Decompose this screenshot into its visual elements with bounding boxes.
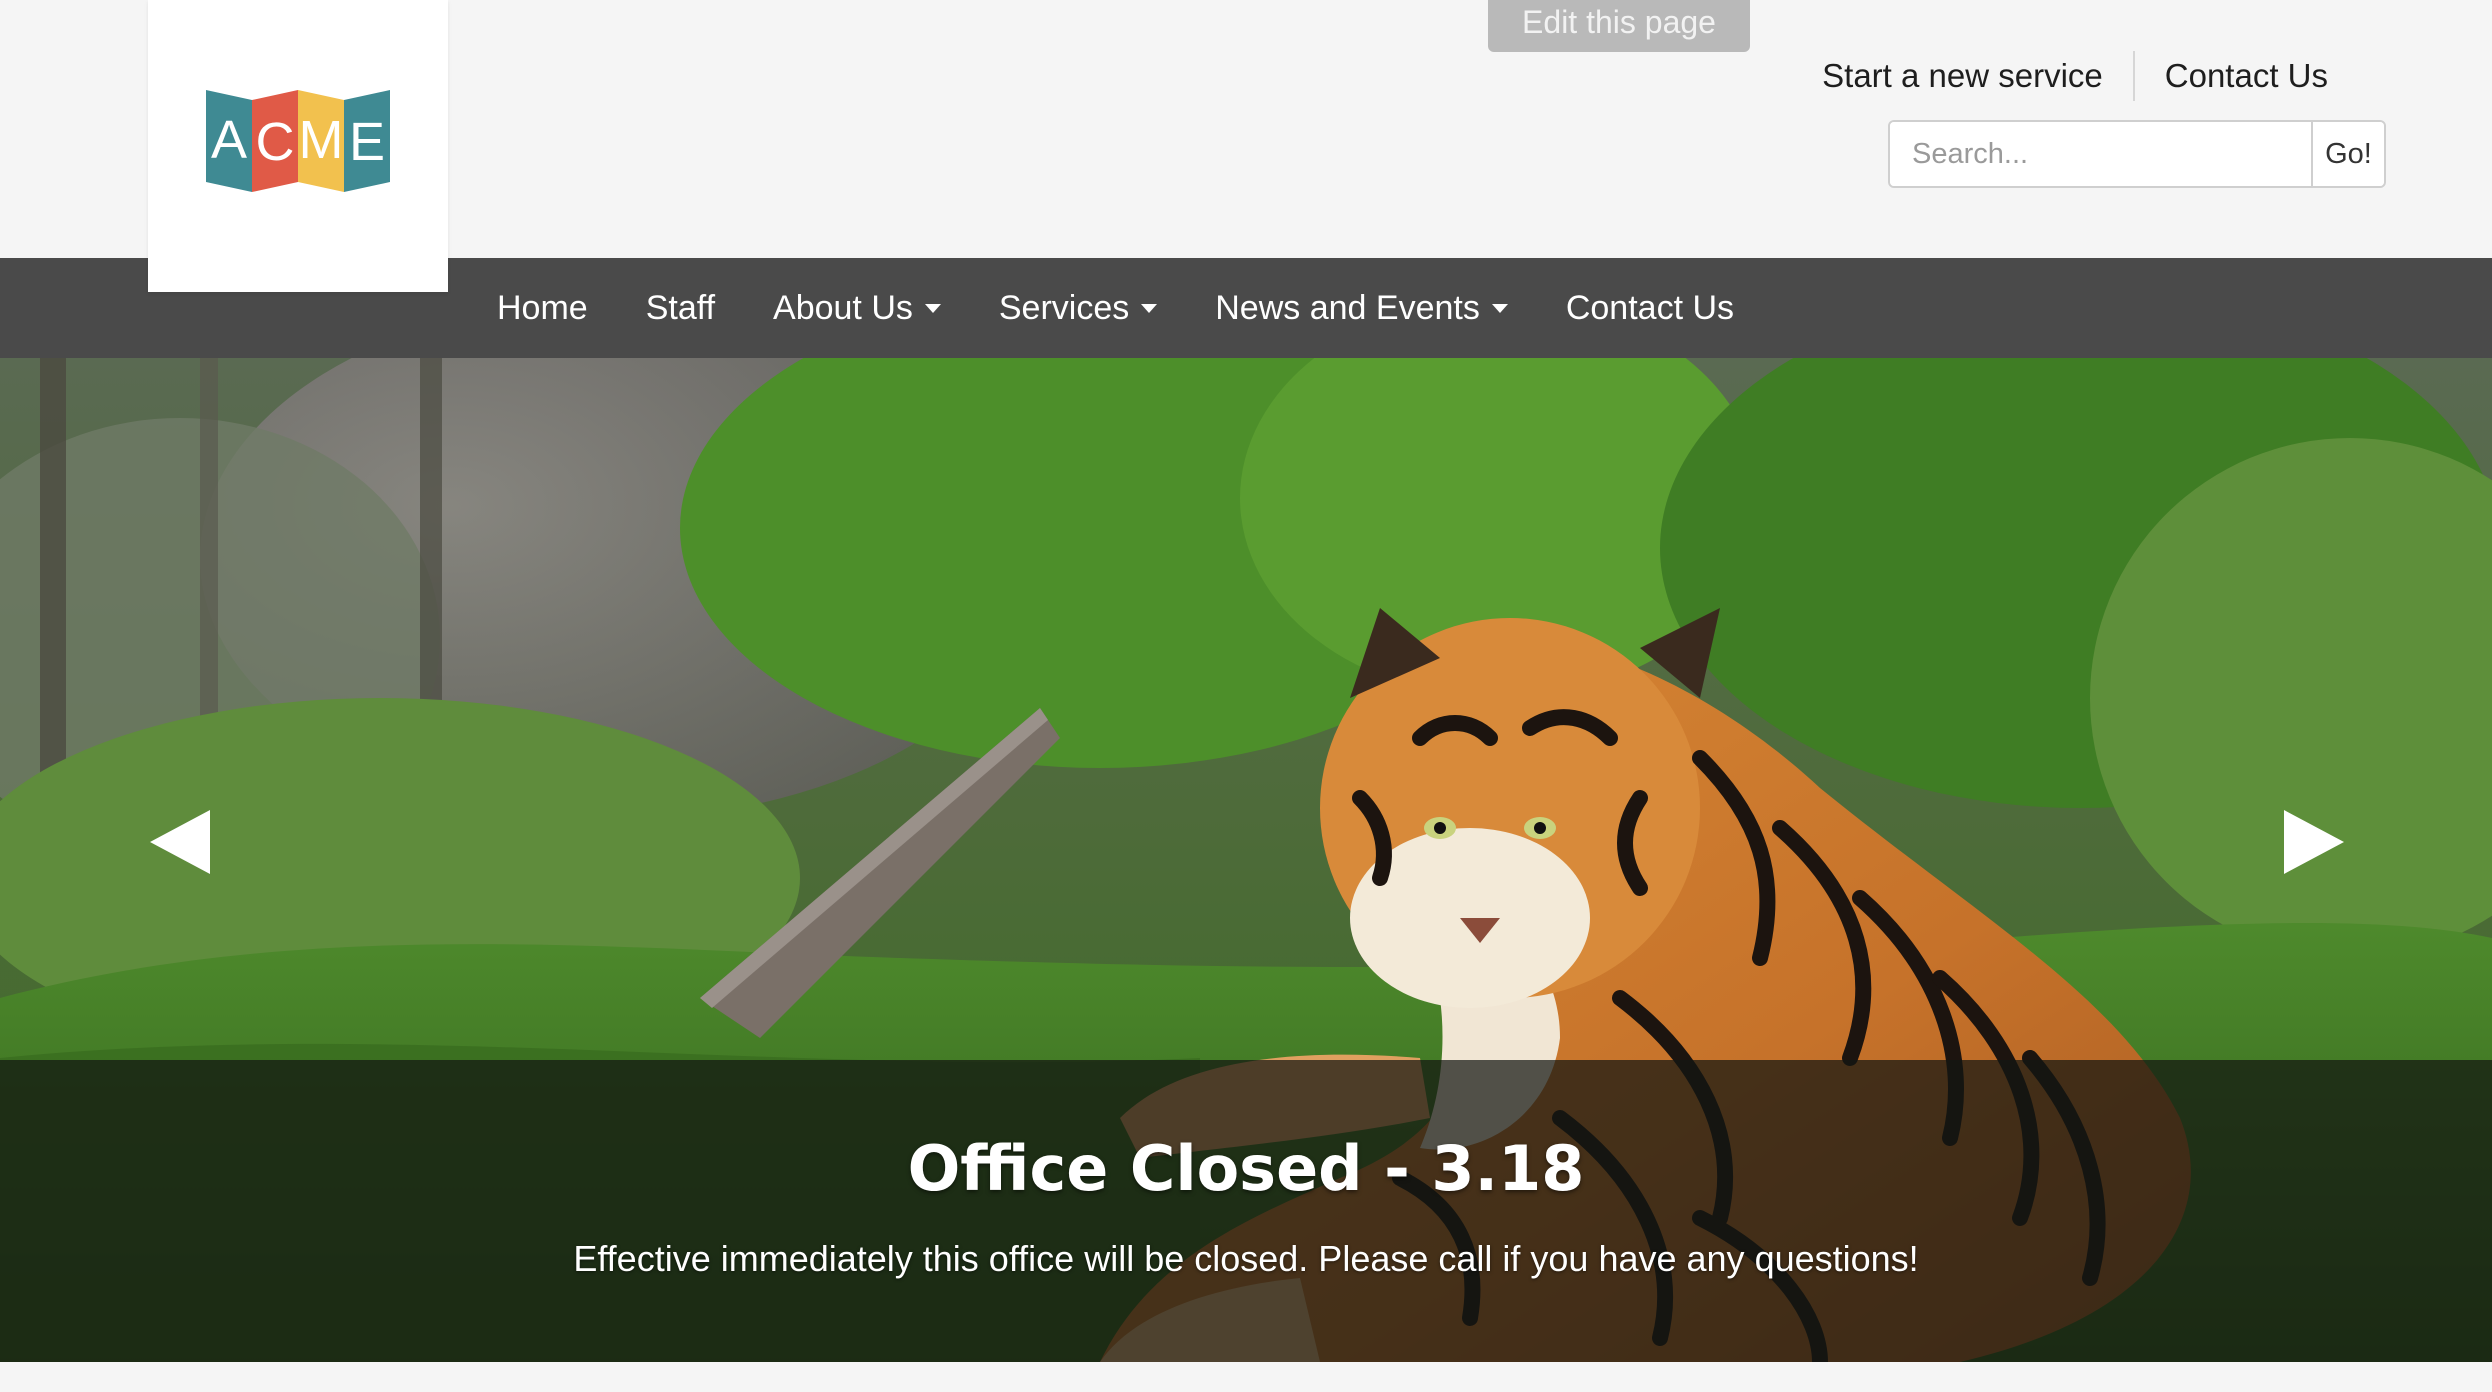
start-new-service-link[interactable]: Start a new service — [1792, 48, 2133, 104]
page-bottom-strip — [0, 1362, 2492, 1392]
nav-item-label: Services — [998, 289, 1130, 327]
arrow-left-icon — [150, 810, 210, 874]
page: A C M E Edit this page Start a new servi… — [0, 0, 2492, 1392]
svg-text:E: E — [349, 112, 385, 172]
nav-item-about-us[interactable]: About Us — [744, 258, 970, 358]
svg-text:A: A — [211, 110, 247, 170]
carousel-prev-button[interactable] — [150, 810, 210, 874]
svg-text:M: M — [299, 110, 344, 170]
caret-down-icon — [924, 303, 941, 313]
carousel-next-button[interactable] — [2284, 810, 2344, 874]
carousel-caption-text: Effective immediately this office will b… — [573, 1238, 1919, 1279]
nav-item-label: News and Events — [1215, 289, 1480, 327]
nav-item-news-and-events[interactable]: News and Events — [1186, 258, 1537, 358]
nav-item-services[interactable]: Services — [970, 258, 1186, 358]
search-input[interactable] — [1890, 122, 2311, 186]
nav-item-staff[interactable]: Staff — [617, 258, 744, 358]
nav-item-label: Contact Us — [1565, 289, 1735, 327]
nav-item-label: Home — [497, 289, 588, 327]
search-form: Go! — [1888, 120, 2386, 188]
acme-logo-icon: A C M E — [206, 90, 390, 192]
nav-list: Home Staff About Us Services News and Ev… — [468, 258, 1763, 358]
nav-item-home[interactable]: Home — [468, 258, 617, 358]
arrow-right-icon — [2284, 810, 2344, 874]
nav-item-label: About Us — [773, 289, 913, 327]
hero-carousel: Office Closed - 3.18 Effective immediate… — [0, 358, 2492, 1362]
site-logo[interactable]: A C M E — [148, 0, 448, 292]
carousel-caption-title: Office Closed - 3.18 — [907, 1132, 1585, 1205]
search-go-button[interactable]: Go! — [2311, 122, 2384, 186]
caret-down-icon — [1141, 303, 1158, 313]
carousel-caption-band — [0, 1060, 2492, 1362]
edit-page-button[interactable]: Edit this page — [1488, 0, 1750, 52]
site-header: A C M E Edit this page Start a new servi… — [0, 0, 2492, 292]
nav-item-contact-us[interactable]: Contact Us — [1537, 258, 1763, 358]
caret-down-icon — [1491, 303, 1508, 313]
utility-links: Start a new service Contact Us — [1792, 48, 2358, 104]
top-contact-us-link[interactable]: Contact Us — [2135, 48, 2358, 104]
nav-item-label: Staff — [645, 289, 716, 327]
svg-text:C: C — [256, 112, 295, 172]
